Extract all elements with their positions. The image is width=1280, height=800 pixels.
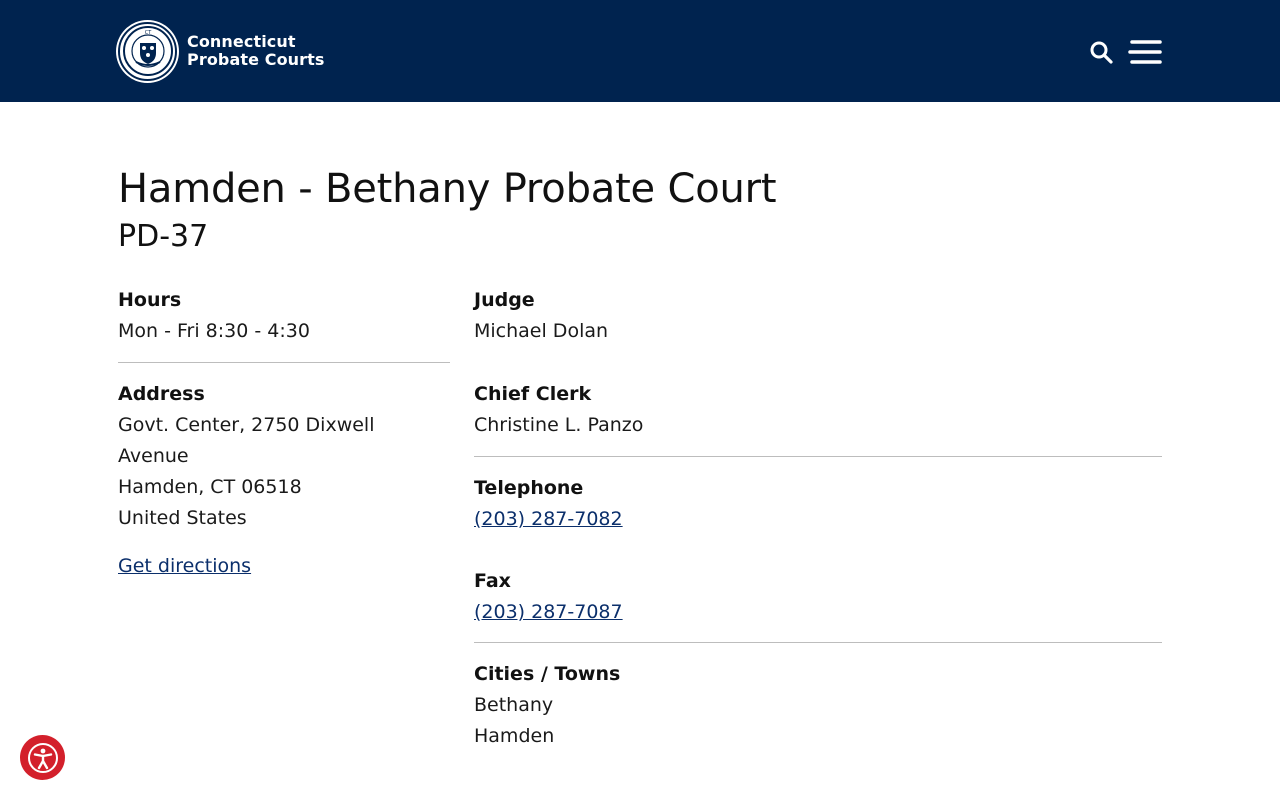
brand-line-1: Connecticut bbox=[187, 32, 296, 51]
chief-clerk-label: Chief Clerk bbox=[474, 383, 592, 405]
connecticut-seal-icon: CT bbox=[118, 21, 177, 81]
judge-label: Judge bbox=[474, 289, 535, 311]
court-detail: Hamden - Bethany Probate Court PD-37 Hou… bbox=[118, 160, 1162, 747]
cities-towns-label: Cities / Towns bbox=[474, 663, 621, 685]
judge-name: Michael Dolan bbox=[474, 320, 609, 342]
fax-link[interactable]: (203) 287-7087 bbox=[474, 597, 623, 628]
hours-section: Hours Mon - Fri 8:30 - 4:30 bbox=[118, 286, 450, 347]
address-line-2: Avenue bbox=[118, 445, 189, 467]
left-column: Hours Mon - Fri 8:30 - 4:30 Address Govt… bbox=[118, 286, 450, 582]
telephone-link[interactable]: (203) 287-7082 bbox=[474, 504, 623, 535]
address-line-4: United States bbox=[118, 507, 247, 529]
address-line-1: Govt. Center, 2750 Dixwell bbox=[118, 414, 375, 436]
hamburger-menu-icon bbox=[1128, 40, 1162, 64]
get-directions-link[interactable]: Get directions bbox=[118, 551, 251, 582]
chief-clerk-section: Chief Clerk Christine L. Panzo bbox=[474, 380, 1162, 441]
address-section: Address Govt. Center, 2750 Dixwell Avenu… bbox=[118, 380, 450, 582]
fax-label: Fax bbox=[474, 570, 511, 592]
brand-name: Connecticut Probate Courts bbox=[187, 33, 325, 69]
right-column: Judge Michael Dolan Chief Clerk Christin… bbox=[474, 286, 1162, 752]
svg-text:CT: CT bbox=[144, 30, 151, 36]
hours-value: Mon - Fri 8:30 - 4:30 bbox=[118, 320, 310, 342]
menu-button[interactable] bbox=[1128, 38, 1162, 66]
divider bbox=[474, 456, 1162, 457]
header-actions bbox=[1088, 38, 1162, 66]
search-button[interactable] bbox=[1088, 39, 1114, 65]
page-title: Hamden - Bethany Probate Court bbox=[118, 166, 777, 212]
search-icon bbox=[1090, 41, 1113, 64]
divider bbox=[118, 362, 450, 363]
address-line-3: Hamden, CT 06518 bbox=[118, 476, 302, 498]
town-item: Hamden bbox=[474, 725, 555, 747]
hours-label: Hours bbox=[118, 289, 182, 311]
telephone-section: Telephone (203) 287-7082 bbox=[474, 474, 1162, 535]
court-code: PD-37 bbox=[118, 219, 209, 254]
cities-towns-section: Cities / Towns Bethany Hamden bbox=[474, 660, 1162, 752]
fax-section: Fax (203) 287-7087 bbox=[474, 567, 1162, 628]
accessibility-button[interactable] bbox=[20, 735, 65, 780]
brand-line-2: Probate Courts bbox=[187, 50, 325, 69]
accessibility-icon bbox=[27, 742, 58, 773]
divider bbox=[474, 642, 1162, 643]
home-logo-link[interactable]: CT Connecticut Probate Courts bbox=[118, 20, 325, 82]
address-label: Address bbox=[118, 383, 205, 405]
town-item: Bethany bbox=[474, 694, 554, 716]
chief-clerk-name: Christine L. Panzo bbox=[474, 414, 644, 436]
telephone-label: Telephone bbox=[474, 477, 584, 499]
site-header: CT Connecticut Probate Courts bbox=[0, 0, 1280, 102]
judge-section: Judge Michael Dolan bbox=[474, 286, 1162, 347]
